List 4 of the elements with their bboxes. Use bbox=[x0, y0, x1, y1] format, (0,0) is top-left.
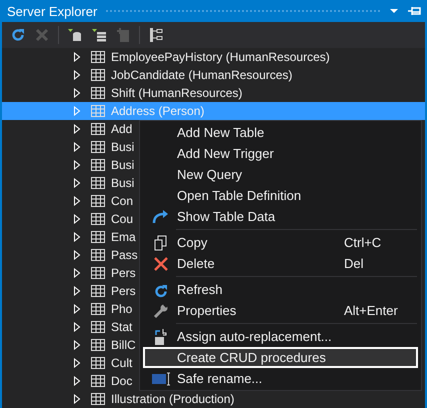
shortcut-text: Ctrl+C bbox=[344, 235, 382, 250]
shortcut-text: Del bbox=[344, 256, 365, 271]
window-title: Server Explorer bbox=[7, 4, 98, 18]
shortcut-text: Alt+Enter bbox=[344, 303, 399, 318]
